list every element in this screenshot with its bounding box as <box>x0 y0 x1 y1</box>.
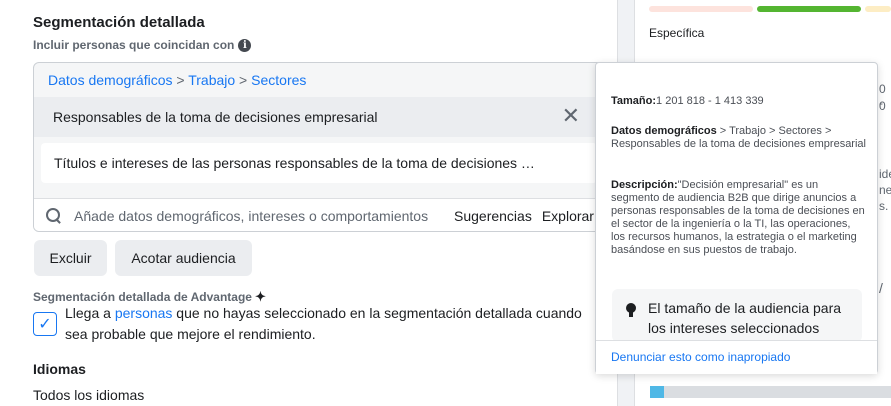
advantage-checkbox[interactable]: ✓ <box>33 312 57 336</box>
tooltip-description-label: Descripción: <box>611 179 678 191</box>
suggested-item-label: Títulos e intereses de las personas resp… <box>54 155 535 171</box>
tooltip-category: Datos demográficos > Trabajo > Sectores … <box>611 125 866 151</box>
tooltip-size: Tamaño:1 201 818 - 1 413 339 <box>611 95 866 108</box>
detailed-targeting-card: Segmentación detallada Incluir personas … <box>0 0 618 406</box>
section-title: Segmentación detallada <box>33 14 205 31</box>
audience-size-tip: El tamaño de la audiencia para los inter… <box>612 289 862 342</box>
tooltip-size-value: 1 201 818 - 1 413 339 <box>656 95 764 107</box>
peek-text: ne <box>879 183 891 197</box>
peek-text: ide <box>879 167 891 181</box>
selected-targeting-item[interactable]: Responsables de la toma de decisiones em… <box>34 97 602 137</box>
explore-link[interactable]: Explorar <box>542 208 594 224</box>
languages-title: Idiomas <box>33 361 86 377</box>
info-icon[interactable]: i <box>238 38 252 52</box>
targeting-box: Datos demográficos > Trabajo > Sectores … <box>33 62 603 232</box>
exclude-button[interactable]: Excluir <box>34 240 107 276</box>
audience-tooltip: Tamaño:1 201 818 - 1 413 339 Datos demog… <box>595 62 878 374</box>
include-label: Incluir personas que coincidan con i <box>33 38 252 52</box>
suggestions-link[interactable]: Sugerencias <box>454 208 532 224</box>
languages-value: Todos los idiomas <box>33 387 145 403</box>
breadcrumb: Datos demográficos > Trabajo > Sectores <box>48 72 306 88</box>
tooltip-category-label: Datos demográficos <box>611 125 717 137</box>
breadcrumb-work[interactable]: Trabajo <box>188 72 235 88</box>
suggested-targeting-item[interactable]: Títulos e intereses de las personas resp… <box>41 143 597 183</box>
lightbulb-icon <box>626 303 636 317</box>
checkmark-icon: ✓ <box>38 316 52 333</box>
people-link[interactable]: personas <box>115 305 173 321</box>
close-icon[interactable]: ✕ <box>562 105 580 127</box>
audience-meter-segment-mid <box>757 6 861 12</box>
advantage-description: Llega a personas que no hayas selecciona… <box>65 303 595 345</box>
peek-text: / <box>879 280 883 296</box>
advantage-text-before: Llega a <box>65 305 115 321</box>
tooltip-size-label: Tamaño: <box>611 95 657 107</box>
report-inappropriate-link[interactable]: Denunciar esto como inapropiado <box>596 340 877 374</box>
search-input[interactable] <box>74 208 444 224</box>
peek-text: s. <box>879 199 889 213</box>
breadcrumb-separator: > <box>235 72 252 88</box>
advantage-label-text: Segmentación detallada de Advantage <box>33 290 252 304</box>
search-bar: Sugerencias Explorar <box>34 198 602 231</box>
audience-meter-label: Específica <box>649 26 705 40</box>
breadcrumb-demographics[interactable]: Datos demográficos <box>48 72 173 88</box>
selected-item-label: Responsables de la toma de decisiones em… <box>53 109 378 125</box>
peek-text: 0 <box>879 99 886 113</box>
breadcrumb-separator: > <box>172 72 189 88</box>
audience-meter-segment-high <box>865 6 891 12</box>
search-icon <box>46 208 62 224</box>
breadcrumb-sectors[interactable]: Sectores <box>251 72 306 88</box>
narrow-audience-button[interactable]: Acotar audiencia <box>115 240 252 276</box>
tooltip-description: Descripción:"Decisión empresarial" es un… <box>611 179 866 257</box>
tip-text: El tamaño de la audiencia para los inter… <box>648 300 842 336</box>
include-label-text: Incluir personas que coincidan con <box>33 38 235 52</box>
estimate-bar-fill <box>650 386 664 398</box>
estimate-bar <box>650 386 891 398</box>
audience-meter-segment-low <box>649 6 753 12</box>
